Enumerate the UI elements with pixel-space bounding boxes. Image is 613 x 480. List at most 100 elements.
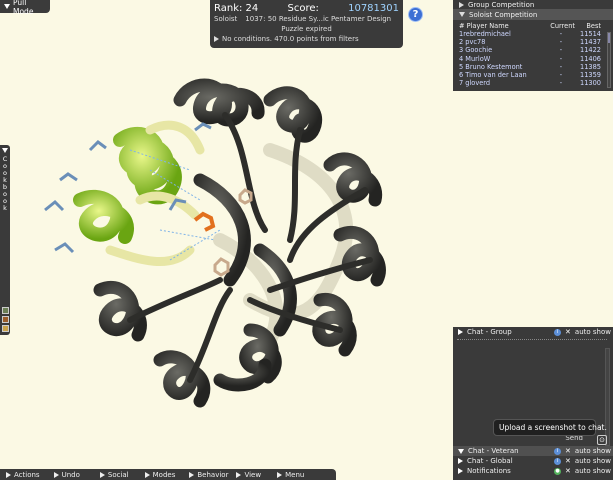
info-icon[interactable]: i [554,457,562,465]
rank-label: Rank: 24 [214,3,259,14]
player-current: - [559,46,563,55]
menu-modes[interactable]: Modes [129,470,176,479]
chat-global-header[interactable]: Chat - Global i ✕ auto show [453,456,613,466]
leaderboard-row[interactable]: 3 Goochie - 11422 [459,46,609,54]
menu-social[interactable]: Social [80,471,129,479]
bottom-menu-bar: Actions Undo Social Modes Behavior View … [0,469,336,480]
menu-undo[interactable]: Undo [40,471,80,479]
folder-icon[interactable] [1,325,9,332]
score-panel: Rank: 24 Score: 10781301 Soloist 1037: 5… [210,0,403,48]
expand-arrow-icon [277,471,283,478]
menu-label: Actions [14,470,40,479]
player-name: 1rebredmichael [459,30,511,38]
player-current: - [559,62,563,71]
menu-actions[interactable]: Actions [0,471,40,479]
leaderboard-row[interactable]: 1rebredmichael - 11514 [459,30,609,38]
leaderboard-row[interactable]: 2 pvc78 - 11437 [459,38,609,46]
menu-label: Social [107,470,129,479]
soloist-competition-label: Soloist Competition [469,10,538,19]
close-icon[interactable]: ✕ [565,467,571,475]
auto-show-label[interactable]: auto show [575,457,611,465]
soloist-competition-tab[interactable]: Soloist Competition [453,10,613,20]
expand-arrow-icon [458,468,463,474]
notifications-title: Notifications [467,467,511,475]
script-icon[interactable] [1,316,9,323]
menu-label: Menu [285,470,305,479]
menu-view[interactable]: View [228,471,261,479]
scrollbar-thumb[interactable] [608,33,610,43]
player-current: - [559,79,563,88]
leaderboard-row[interactable]: 4 MurloW - 11406 [459,55,609,63]
chat-input[interactable] [457,339,607,343]
close-icon[interactable]: ✕ [565,457,571,465]
puzzle-status: Puzzle expired [281,25,332,33]
player-name: 3 Goochie [459,46,493,55]
chat-panel: Chat - Group i ✕ auto show Send ⊙ Chat -… [453,327,613,480]
screenshot-icon[interactable]: ⊙ [597,435,607,445]
expand-arrow-icon [458,329,463,335]
player-current: - [559,30,563,38]
col-player-name: # Player Name [459,22,509,30]
info-icon[interactable]: i [554,328,562,336]
expand-arrow-icon [144,471,150,478]
competition-panel: Group Competition Soloist Competition # … [453,0,613,91]
leaderboard-row[interactable]: 5 Bruno Kestemont - 11385 [459,63,609,71]
player-name: 6 Timo van der Laan [459,71,527,80]
auto-show-label[interactable]: auto show [575,328,611,336]
chat-group-title: Chat - Group [467,328,512,336]
close-icon[interactable]: ✕ [565,447,571,455]
help-button[interactable]: ? [408,7,423,22]
col-best: Best [586,22,601,30]
leaderboard-row[interactable]: 7 gloverd - 11300 [459,79,609,87]
leaderboard: # Player Name Current Best 1rebredmichae… [453,20,613,87]
chat-veteran-title: Chat - Veteran [468,447,519,455]
info-icon[interactable]: i [554,447,562,455]
status-icon[interactable]: ● [554,467,562,475]
menu-menu[interactable]: Menu [261,471,304,479]
score-value: 10781301 [348,3,399,14]
pull-mode-button[interactable]: Pull Mode [0,0,50,16]
player-current: - [559,54,563,63]
expand-arrow-icon [236,471,242,478]
expand-arrow-icon [6,471,11,478]
close-icon[interactable]: ✕ [565,328,571,336]
collapse-arrow-icon [2,148,8,153]
mode-label: Soloist [214,15,238,23]
player-name: 5 Bruno Kestemont [459,62,523,71]
group-competition-tab[interactable]: Group Competition [453,0,613,10]
conditions-toggle[interactable]: No conditions. 470.0 points from filters [214,35,399,43]
menu-behavior[interactable]: Behavior [175,471,228,479]
player-name: 4 MurloW [459,54,491,63]
green-helix [73,127,182,244]
player-current: - [559,71,563,80]
score-label: Score: [287,3,319,14]
leaderboard-scrollbar[interactable] [607,32,611,88]
conditions-text: No conditions. 470.0 points from filters [222,35,359,43]
collapse-arrow-icon [459,12,465,17]
expand-arrow-icon [214,36,219,42]
notifications-header[interactable]: Notifications ● ✕ auto show [453,466,613,476]
leaderboard-header: # Player Name Current Best [459,22,609,30]
group-competition-label: Group Competition [468,0,535,9]
player-best: 11300 [580,79,601,88]
menu-label: View [244,470,262,479]
menu-label: Undo [61,470,80,479]
chat-group-header[interactable]: Chat - Group i ✕ auto show [453,327,613,337]
expand-arrow-icon [189,471,195,478]
cookbook-panel[interactable]: Cookbook [0,145,10,335]
player-name: 7 gloverd [459,79,491,88]
expand-arrow-icon [458,458,463,464]
player-best: 11385 [580,62,601,71]
menu-label: Modes [152,470,176,479]
dropdown-arrow-icon [4,4,10,9]
chat-global-title: Chat - Global [467,457,513,465]
collapse-arrow-icon [458,448,464,454]
auto-show-label[interactable]: auto show [575,447,611,455]
screenshot-tooltip: Upload a screenshot to chat. [493,419,607,436]
recipe-icon[interactable] [1,307,9,314]
chat-veteran-header[interactable]: Chat - Veteran i ✕ auto show [453,446,613,456]
col-current: Current [550,22,575,30]
leaderboard-row[interactable]: 6 Timo van der Laan - 11359 [459,71,609,79]
auto-show-label[interactable]: auto show [575,467,611,475]
player-best: 11359 [580,71,601,80]
